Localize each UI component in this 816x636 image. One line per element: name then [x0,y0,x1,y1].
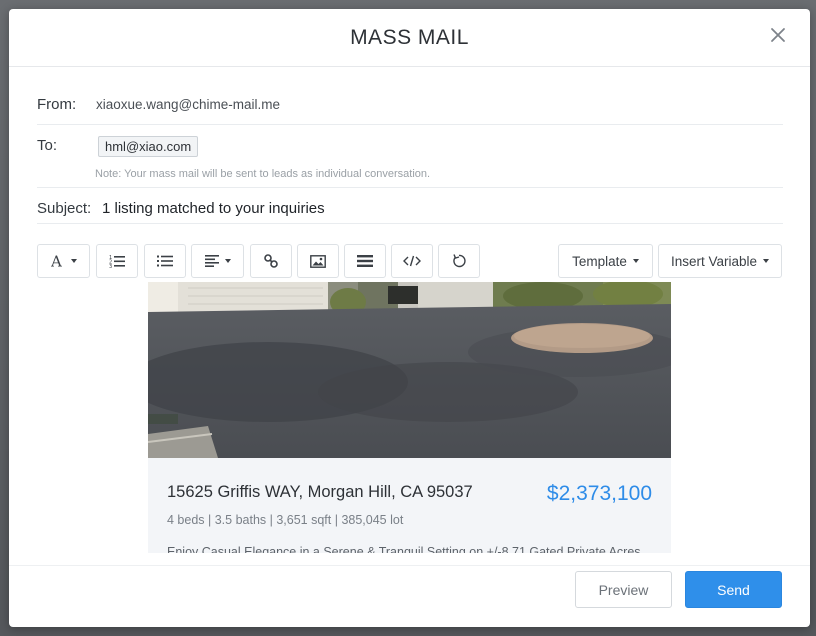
ordered-list-icon: 1 2 3 [109,255,125,268]
undo-icon [453,254,466,268]
chevron-down-icon [632,259,639,263]
insert-variable-label: Insert Variable [670,253,758,269]
ordered-list-button[interactable]: 1 2 3 [96,244,138,278]
email-body-editor[interactable]: 15625 Griffis WAY, Morgan Hill, CA 95037… [148,282,671,553]
mass-mail-modal: MASS MAIL From: xiaoxue.wang@chime-mail.… [9,9,810,627]
image-button[interactable] [297,244,339,278]
send-button[interactable]: Send [685,571,782,608]
horizontal-rule-icon [357,255,373,267]
subject-input[interactable]: 1 listing matched to your inquiries [102,200,325,217]
template-label: Template [572,253,627,269]
link-button[interactable] [250,244,292,278]
link-icon [264,254,278,268]
divider [37,223,783,224]
template-dropdown[interactable]: Template [558,244,653,278]
from-label: From: [37,96,77,113]
subject-label: Subject: [37,200,92,217]
listing-card: 15625 Griffis WAY, Morgan Hill, CA 95037… [148,458,671,553]
svg-text:A: A [51,254,62,268]
font-format-button[interactable]: A [37,244,90,278]
listing-address: 15625 Griffis WAY, Morgan Hill, CA 95037 [167,483,473,501]
divider [37,187,783,188]
chevron-down-icon [224,259,231,263]
unordered-list-icon [157,255,173,267]
horizontal-rule-button[interactable] [344,244,386,278]
close-icon [771,28,785,42]
listing-description: Enjoy Casual Elegance in a Serene & Tran… [167,545,641,553]
modal-header: MASS MAIL [9,9,810,67]
align-icon [204,255,219,267]
insert-variable-dropdown[interactable]: Insert Variable [658,244,782,278]
listing-facts: 4 beds | 3.5 baths | 3,651 sqft | 385,04… [167,513,404,527]
footer-divider [9,565,810,566]
code-view-button[interactable] [391,244,433,278]
to-note: Note: Your mass mail will be sent to lea… [95,168,431,180]
chevron-down-icon [70,259,77,263]
close-button[interactable] [766,23,790,47]
from-value: xiaoxue.wang@chime-mail.me [96,97,281,112]
image-icon [310,254,326,268]
listing-photo [148,282,671,458]
divider [37,124,783,125]
align-button[interactable] [191,244,244,278]
font-format-icon: A [51,254,62,268]
code-view-icon [403,255,421,267]
preview-button[interactable]: Preview [575,571,672,608]
svg-text:3: 3 [109,264,112,268]
chevron-down-icon [763,259,770,263]
unordered-list-button[interactable] [144,244,186,278]
modal-title: MASS MAIL [350,26,469,49]
recipient-chip[interactable]: hml@xiao.com [98,136,199,157]
listing-price: $2,373,100 [546,482,652,505]
to-label: To: [37,137,58,154]
undo-button[interactable] [438,244,480,278]
